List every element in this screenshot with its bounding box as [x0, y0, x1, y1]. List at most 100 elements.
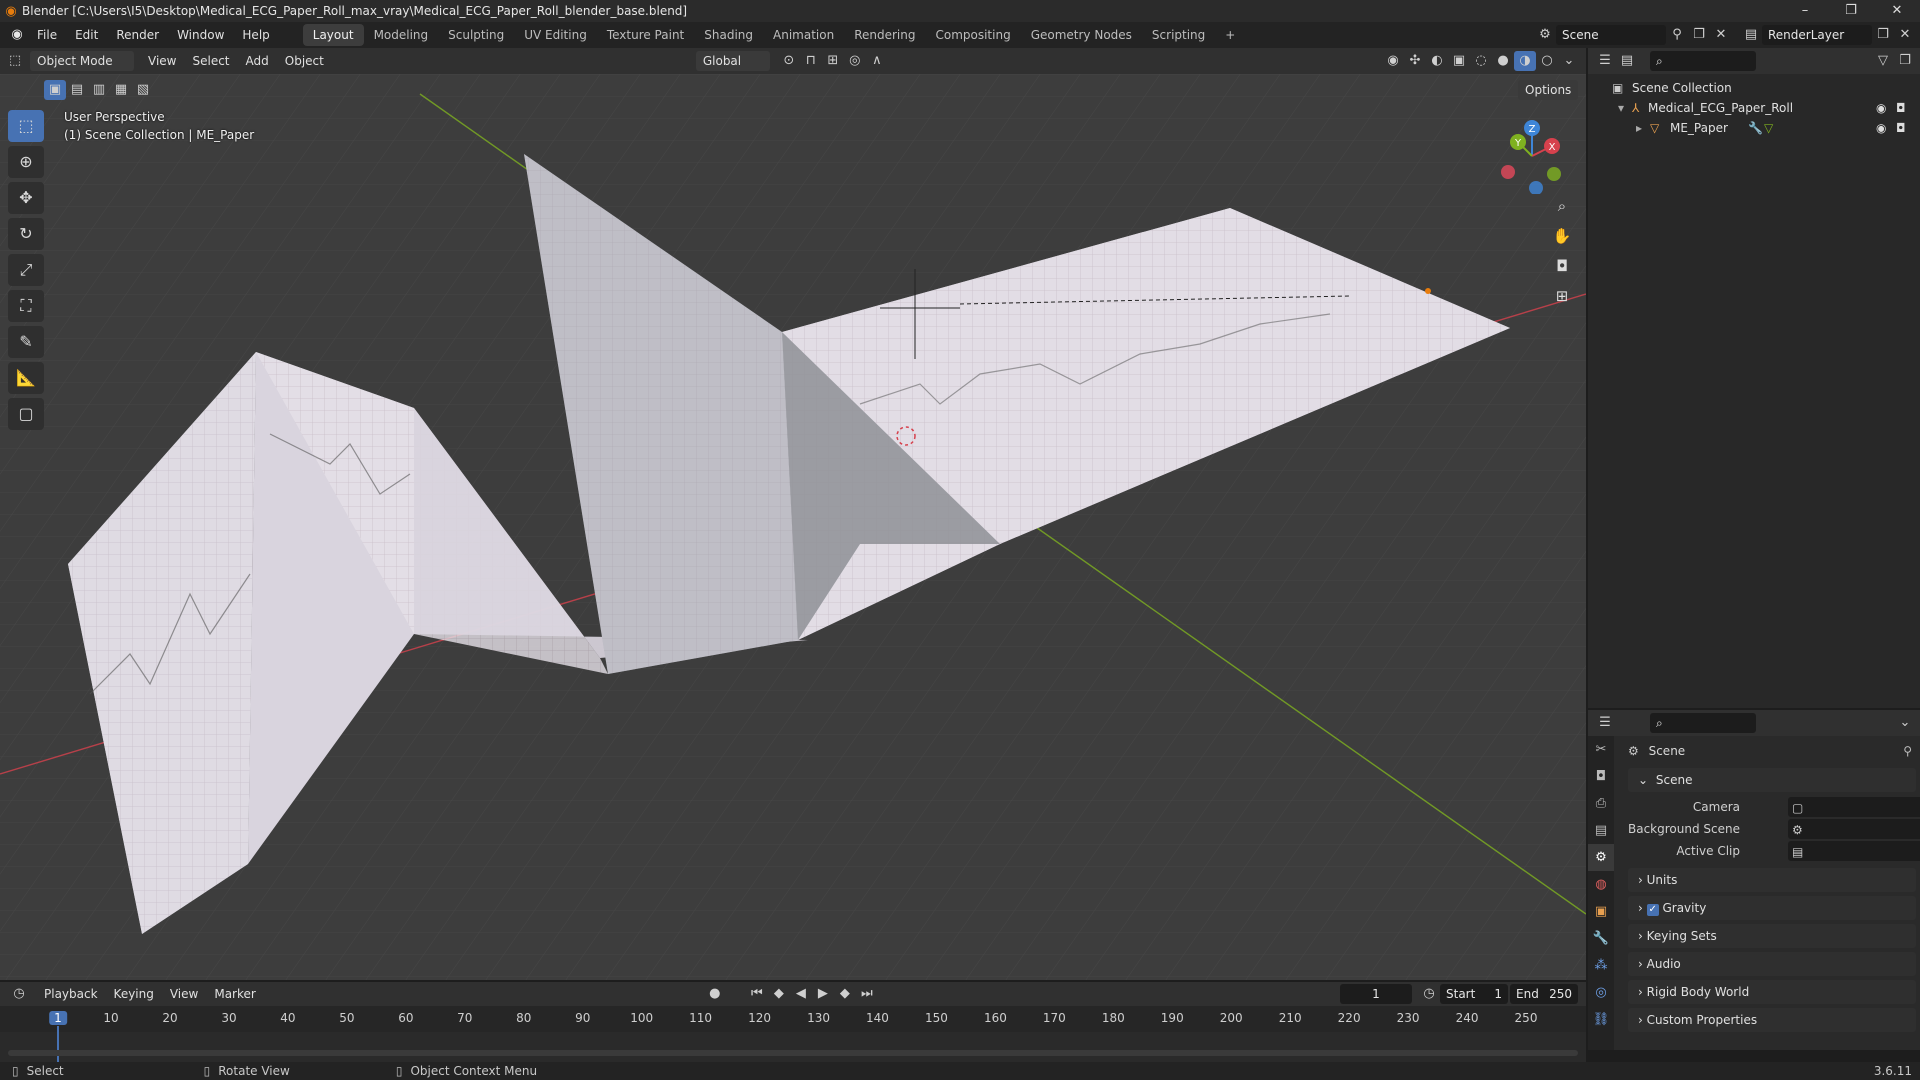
panel-scene-header[interactable]: ⌄ Scene: [1628, 768, 1916, 792]
menu-window[interactable]: Window: [168, 22, 233, 48]
scene-icon[interactable]: ⚙: [1534, 25, 1556, 45]
visibility-eye-icon[interactable]: ◉: [1876, 98, 1886, 118]
menu-view[interactable]: View: [140, 54, 184, 68]
tab-scripting[interactable]: Scripting: [1142, 24, 1215, 46]
delete-view-layer-icon[interactable]: ✕: [1894, 25, 1916, 45]
view-layer-field[interactable]: RenderLayer: [1762, 25, 1872, 45]
collapse-arrow-icon[interactable]: ▸: [1636, 118, 1642, 138]
filter-icon[interactable]: ▽: [1872, 51, 1894, 71]
preview-range-icon[interactable]: ◷: [1418, 984, 1440, 1004]
measure-tool-icon[interactable]: 📐: [8, 362, 44, 394]
mode-dropdown[interactable]: Object Mode: [30, 51, 134, 71]
properties-options-icon[interactable]: ⌄: [1894, 713, 1916, 733]
panel-keying-sets[interactable]: › Keying Sets: [1628, 924, 1916, 948]
transform-tool-icon[interactable]: ⛶: [8, 290, 44, 322]
active-clip-field[interactable]: ▤: [1788, 841, 1920, 861]
tab-sculpting[interactable]: Sculpting: [438, 24, 514, 46]
pin-icon[interactable]: ⚲: [1903, 740, 1912, 762]
scale-tool-icon[interactable]: ⤢: [8, 254, 44, 286]
menu-playback[interactable]: Playback: [36, 987, 106, 1001]
scene-tab-icon[interactable]: ⚙: [1588, 844, 1614, 871]
menu-marker[interactable]: Marker: [206, 987, 263, 1001]
move-tool-icon[interactable]: ✥: [8, 182, 44, 214]
outliner-row-collection[interactable]: ▾ ⅄ Medical_ECG_Paper_Roll ◉ ◘: [1588, 98, 1920, 118]
outliner-editor-icon[interactable]: ☰: [1594, 51, 1616, 71]
menu-object[interactable]: Object: [277, 54, 332, 68]
navigation-gizmo[interactable]: Z X Y: [1496, 114, 1576, 194]
snap-icon[interactable]: ⊓: [800, 51, 822, 71]
jump-end-icon[interactable]: ⏭: [856, 984, 878, 1004]
annotate-tool-icon[interactable]: ✎: [8, 326, 44, 358]
background-scene-field[interactable]: ⚙: [1788, 819, 1920, 839]
tab-texture-paint[interactable]: Texture Paint: [597, 24, 694, 46]
prev-keyframe-icon[interactable]: ◆: [768, 984, 790, 1004]
play-reverse-icon[interactable]: ◀: [790, 984, 812, 1004]
output-tab-icon[interactable]: ⎙: [1588, 790, 1614, 817]
current-frame-field[interactable]: 1: [1340, 984, 1412, 1004]
end-frame-field[interactable]: End 250: [1510, 984, 1578, 1004]
play-icon[interactable]: ▶: [812, 984, 834, 1004]
constraints-tab-icon[interactable]: ⛓: [1588, 1006, 1614, 1033]
camera-view-icon[interactable]: ◘: [1548, 252, 1576, 280]
world-tab-icon[interactable]: ◍: [1588, 871, 1614, 898]
minimize-button[interactable]: –: [1782, 0, 1828, 22]
panel-rigid-body-world[interactable]: › Rigid Body World: [1628, 980, 1916, 1004]
falloff-icon[interactable]: ∧: [866, 51, 888, 71]
modifiers-tab-icon[interactable]: 🔧: [1588, 925, 1614, 952]
select-intersect-icon[interactable]: ▧: [132, 80, 154, 100]
select-extend-icon[interactable]: ▤: [66, 80, 88, 100]
outliner-row-scene-collection[interactable]: ▣ Scene Collection: [1588, 78, 1920, 98]
panel-audio[interactable]: › Audio: [1628, 952, 1916, 976]
outliner-row-me-paper[interactable]: ▸ ▽ ME_Paper 🔧 ▽ ◉ ◘: [1588, 118, 1920, 138]
new-collection-icon[interactable]: ❐: [1894, 51, 1916, 71]
solid-shading-icon[interactable]: ●: [1492, 51, 1514, 71]
select-box-tool-icon[interactable]: ⬚: [8, 110, 44, 142]
tab-rendering[interactable]: Rendering: [844, 24, 925, 46]
gravity-checkbox[interactable]: ✓: [1646, 904, 1659, 916]
tab-modeling[interactable]: Modeling: [364, 24, 439, 46]
add-cube-tool-icon[interactable]: ▢: [8, 398, 44, 430]
render-camera-icon[interactable]: ◘: [1896, 98, 1906, 118]
tab-uv-editing[interactable]: UV Editing: [514, 24, 597, 46]
visibility-icon[interactable]: ◉: [1382, 51, 1404, 71]
particles-tab-icon[interactable]: ⁂: [1588, 952, 1614, 979]
maximize-button[interactable]: ❐: [1828, 0, 1874, 22]
scene-field[interactable]: Scene: [1556, 25, 1666, 45]
properties-search-input[interactable]: ⌕: [1650, 713, 1756, 733]
ortho-grid-icon[interactable]: ⊞: [1548, 282, 1576, 310]
properties-editor-icon[interactable]: ☰: [1594, 713, 1616, 733]
3d-viewport[interactable]: User Perspective (1) Scene Collection | …: [0, 74, 1586, 980]
tab-geometry-nodes[interactable]: Geometry Nodes: [1021, 24, 1142, 46]
timeline-editor-icon[interactable]: ◷: [8, 984, 30, 1004]
tab-animation[interactable]: Animation: [763, 24, 844, 46]
tab-compositing[interactable]: Compositing: [925, 24, 1020, 46]
select-subtract-icon[interactable]: ▥: [88, 80, 110, 100]
render-tab-icon[interactable]: ◘: [1588, 763, 1614, 790]
gizmo-icon[interactable]: ✣: [1404, 51, 1426, 71]
playhead[interactable]: [57, 1026, 59, 1062]
proportional-edit-icon[interactable]: ◎: [844, 51, 866, 71]
panel-gravity[interactable]: › ✓ Gravity: [1628, 896, 1916, 920]
outliner-search-input[interactable]: ⌕: [1650, 51, 1756, 71]
select-new-icon[interactable]: ▣: [44, 80, 66, 100]
xray-icon[interactable]: ▣: [1448, 51, 1470, 71]
orientation-dropdown[interactable]: Global: [695, 51, 770, 71]
rendered-shading-icon[interactable]: ○: [1536, 51, 1558, 71]
new-scene-icon[interactable]: ❐: [1688, 25, 1710, 45]
timeline-scrollbar[interactable]: [8, 1050, 1578, 1056]
menu-render[interactable]: Render: [107, 22, 168, 48]
tab-shading[interactable]: Shading: [694, 24, 763, 46]
overlays-icon[interactable]: ◐: [1426, 51, 1448, 71]
pan-hand-icon[interactable]: ✋: [1548, 222, 1576, 250]
snap-target-icon[interactable]: ⊞: [822, 51, 844, 71]
rotate-tool-icon[interactable]: ↻: [8, 218, 44, 250]
menu-add[interactable]: Add: [238, 54, 277, 68]
menu-file[interactable]: File: [28, 22, 66, 48]
display-mode-icon[interactable]: ▤: [1616, 51, 1638, 71]
material-shading-icon[interactable]: ◑: [1514, 51, 1536, 71]
editor-type-icon[interactable]: ⬚: [4, 51, 26, 71]
render-camera-icon[interactable]: ◘: [1896, 118, 1906, 138]
new-view-layer-icon[interactable]: ❐: [1872, 25, 1894, 45]
camera-field[interactable]: ▢: [1788, 797, 1920, 817]
physics-tab-icon[interactable]: ◎: [1588, 979, 1614, 1006]
